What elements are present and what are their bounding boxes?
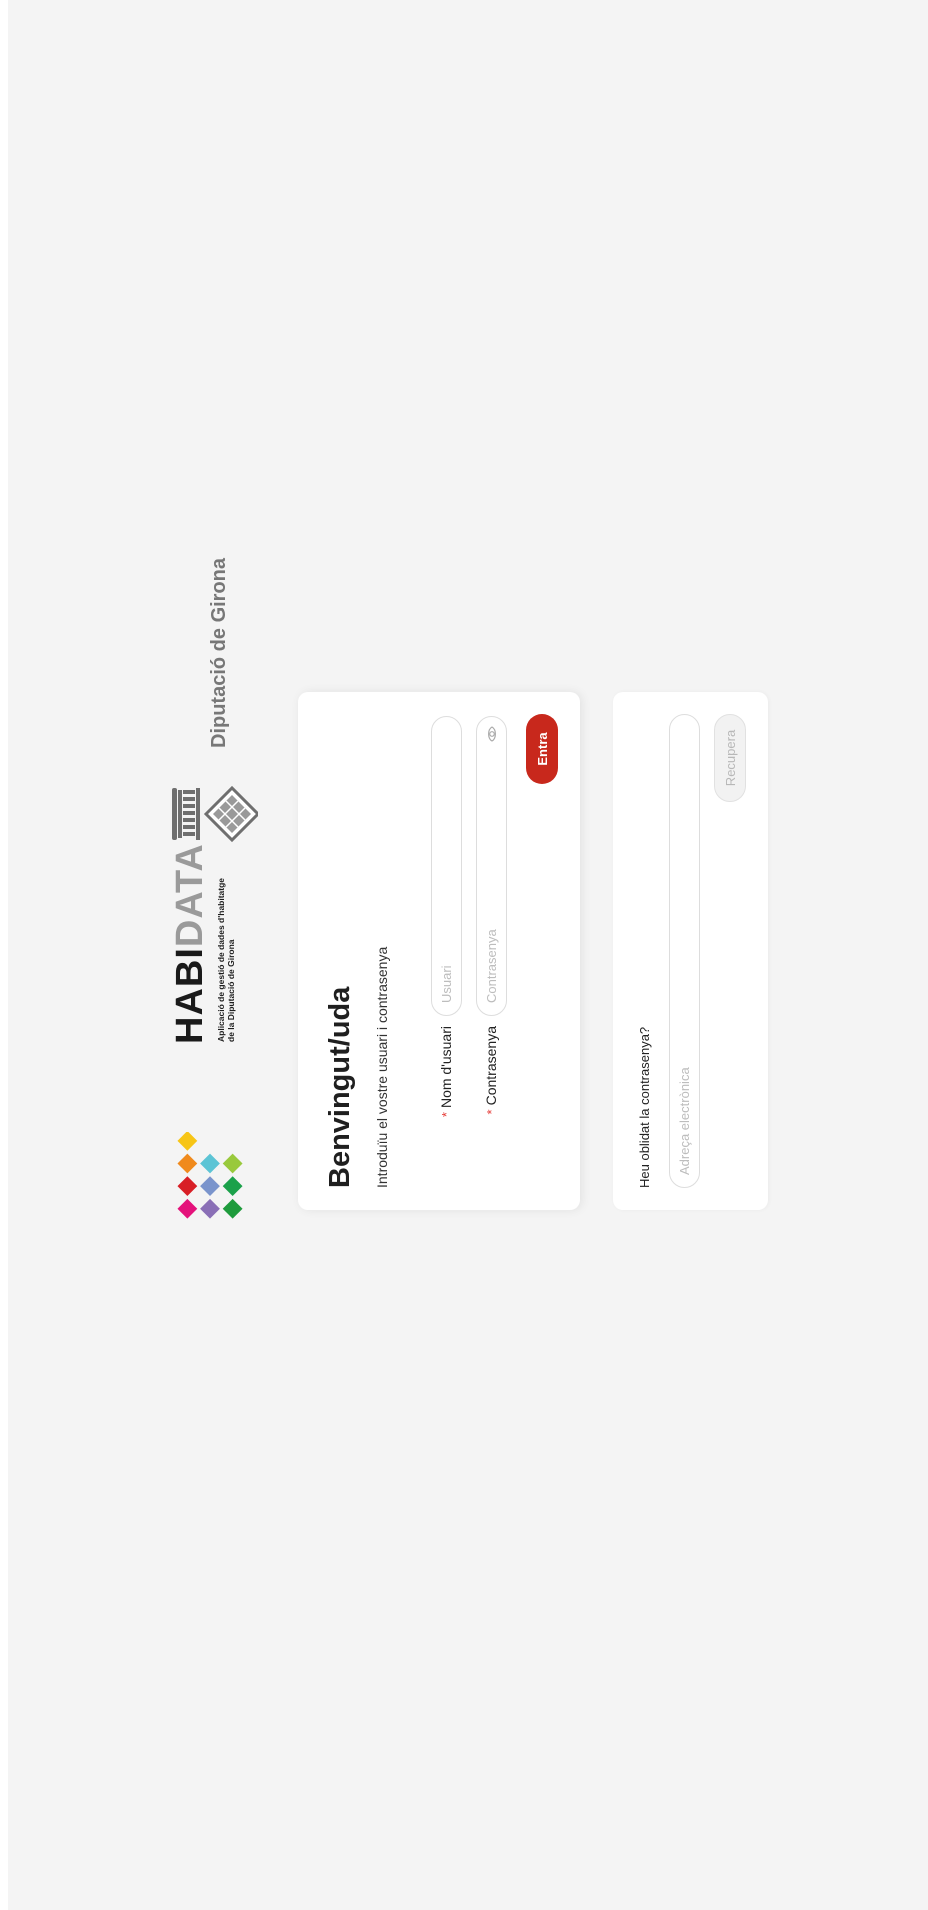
eye-icon[interactable] [485,726,499,742]
required-marker: * [484,1109,499,1115]
login-title: Benvingut/uda [324,986,356,1188]
recover-card: Heu oblidat la contrasenya? Recupera [613,692,768,1210]
username-row: * Nom d'usuari [431,714,463,1188]
username-label: * Nom d'usuari [438,1026,454,1188]
required-marker: * [439,1112,454,1118]
diputacio-name: Diputació de Girona [208,557,230,748]
page-frame: HABIDATA Aplicació de gestió de dades d'… [8,0,928,1910]
diputacio-logo: Diputació de Girona [168,557,258,860]
username-label-text: Nom d'usuari [438,1026,454,1109]
login-subtitle: Introduïu el vostre usuari i contrasenya [374,946,390,1188]
password-input[interactable] [476,716,507,1016]
habidata-mosaic-icon [177,1132,243,1219]
email-input[interactable] [669,714,700,1188]
recover-button[interactable]: Recupera [714,714,746,802]
rotated-stage: HABIDATA Aplicació de gestió de dades d'… [8,0,928,1910]
username-input[interactable] [431,716,462,1016]
password-row: * Contrasenya [476,714,508,1188]
login-button[interactable]: Entra [526,714,558,784]
habidata-subtitle-line1: Aplicació de gestió de dades d'habitatge [216,877,226,1042]
habidata-word-habi: HABI [169,947,211,1044]
habidata-logo: HABIDATA Aplicació de gestió de dades d'… [166,842,256,1242]
diputacio-crest-icon [172,785,258,843]
habidata-subtitle: Aplicació de gestió de dades d'habitatge… [216,878,236,1042]
password-label: * Contrasenya [483,1026,499,1188]
login-card: Benvingut/uda Introduïu el vostre usuari… [298,692,580,1210]
header: HABIDATA Aplicació de gestió de dades d'… [8,0,288,1910]
habidata-wordmark: HABIDATA [169,843,211,1044]
habidata-subtitle-line2: de la Diputació de Girona [226,939,236,1043]
recover-label: Heu oblidat la contrasenya? [637,1026,652,1188]
password-label-text: Contrasenya [483,1026,499,1106]
